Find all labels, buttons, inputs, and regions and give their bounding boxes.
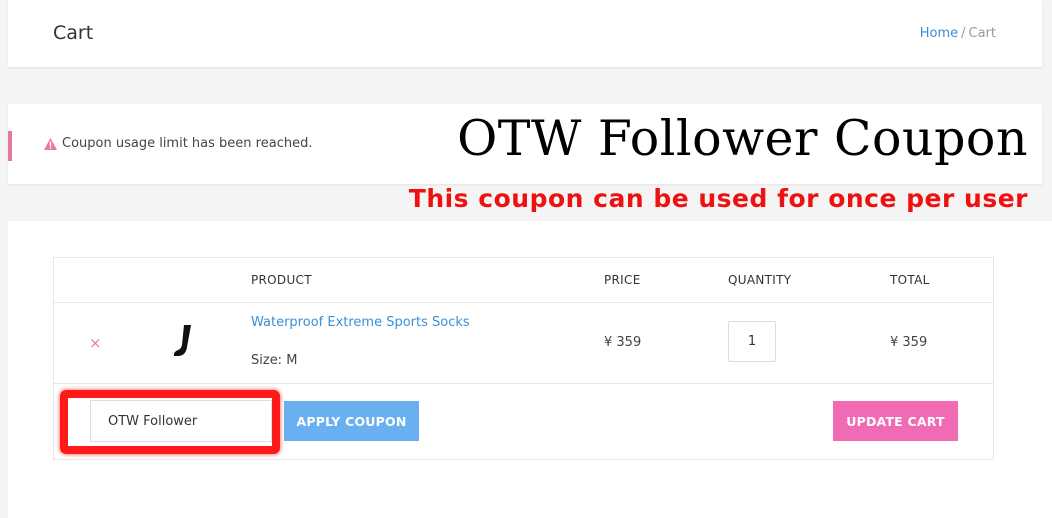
notice-accent-bar bbox=[8, 131, 12, 161]
cart-section: PRODUCT PRICE QUANTITY TOTAL × Waterproo… bbox=[8, 221, 1052, 518]
coupon-code-input[interactable] bbox=[90, 400, 272, 442]
notice-message: Coupon usage limit has been reached. bbox=[62, 136, 313, 151]
notice-message-row: Coupon usage limit has been reached. bbox=[44, 136, 312, 151]
item-total: ¥ 359 bbox=[890, 335, 928, 350]
column-header-product: PRODUCT bbox=[251, 273, 312, 287]
page-title: Cart bbox=[53, 22, 94, 44]
breadcrumb-current: Cart bbox=[968, 26, 997, 41]
overlay-subtitle: This coupon can be used for once per use… bbox=[408, 184, 1028, 213]
cart-table: PRODUCT PRICE QUANTITY TOTAL × Waterproo… bbox=[53, 257, 994, 460]
remove-item-icon[interactable]: × bbox=[89, 334, 102, 352]
quantity-input[interactable] bbox=[728, 321, 776, 362]
cart-actions-row: APPLY COUPON UPDATE CART bbox=[54, 383, 993, 460]
cart-item-row: × Waterproof Extreme Sports Socks Size: … bbox=[54, 302, 993, 384]
update-cart-button[interactable]: UPDATE CART bbox=[833, 401, 958, 441]
warning-icon bbox=[44, 137, 57, 150]
product-size: Size: M bbox=[251, 353, 298, 368]
product-thumbnail[interactable] bbox=[172, 324, 196, 358]
page-header: Cart Home / Cart bbox=[8, 0, 1042, 67]
breadcrumb: Home / Cart bbox=[920, 26, 996, 41]
column-header-total: TOTAL bbox=[890, 273, 930, 287]
item-price: ¥ 359 bbox=[604, 335, 642, 350]
column-header-quantity: QUANTITY bbox=[728, 273, 792, 287]
column-header-price: PRICE bbox=[604, 273, 641, 287]
apply-coupon-button[interactable]: APPLY COUPON bbox=[284, 401, 419, 441]
breadcrumb-separator: / bbox=[961, 26, 966, 41]
table-header-row: PRODUCT PRICE QUANTITY TOTAL bbox=[54, 258, 993, 303]
breadcrumb-home-link[interactable]: Home bbox=[920, 26, 958, 41]
overlay-title: OTW Follower Coupon bbox=[457, 110, 1028, 167]
product-name-link[interactable]: Waterproof Extreme Sports Socks bbox=[251, 315, 470, 330]
